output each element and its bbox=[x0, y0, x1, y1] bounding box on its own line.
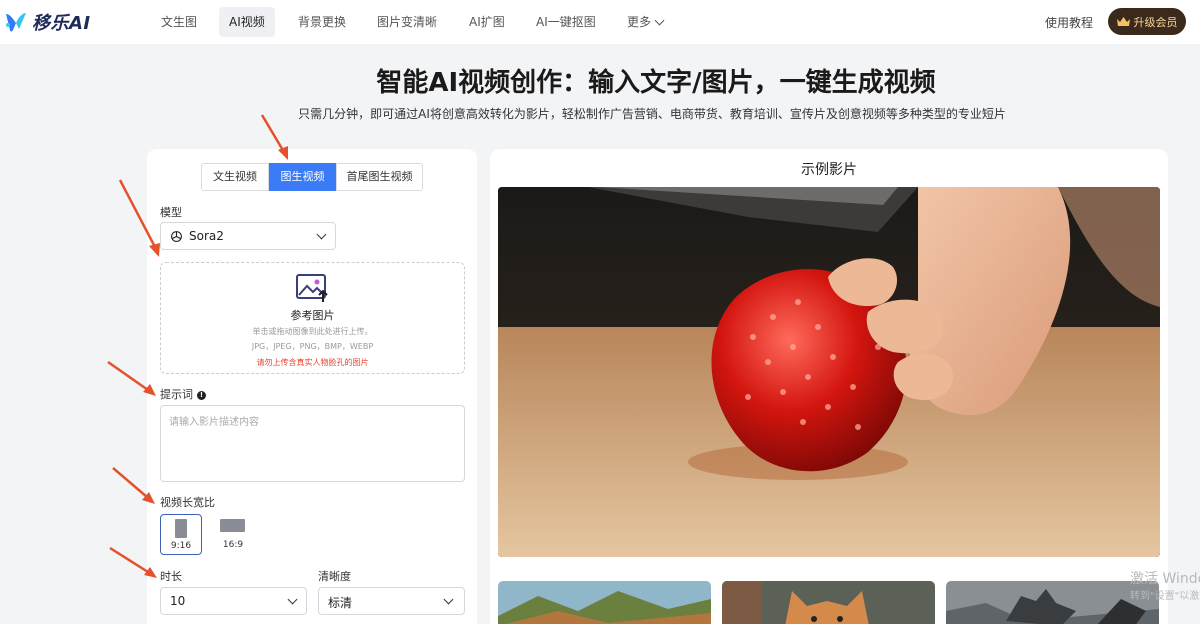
tab-first-last-frame[interactable]: 首尾图生视频 bbox=[336, 163, 423, 191]
model-value: Sora2 bbox=[189, 229, 224, 243]
examples-title: 示例影片 bbox=[801, 162, 857, 178]
upload-formats: JPG，JPEG，PNG，BMP，WEBP bbox=[251, 342, 374, 351]
generation-form: 文生视频 图生视频 首尾图生视频 模型 Sora2 参考图片 单击或拖动图像到此… bbox=[147, 149, 477, 624]
nav-item-background[interactable]: 背景更换 bbox=[288, 7, 356, 37]
chevron-down-icon bbox=[654, 15, 665, 26]
portrait-ratio-icon bbox=[175, 519, 187, 538]
image-upload-icon bbox=[296, 274, 328, 302]
nav-item-more[interactable]: 更多 bbox=[617, 7, 673, 37]
quality-label: 清晰度 bbox=[318, 570, 351, 583]
prompt-placeholder: 请输入影片描述内容 bbox=[169, 417, 259, 428]
nav-item-cutout[interactable]: AI一键抠图 bbox=[526, 7, 606, 37]
ratio-label-16-9: 16:9 bbox=[222, 540, 244, 550]
example-thumbnail-dragon[interactable] bbox=[946, 581, 1159, 624]
brand-logo[interactable]: 移乐AI bbox=[4, 9, 91, 35]
quality-value: 标清 bbox=[328, 596, 353, 610]
duration-label: 时长 bbox=[160, 570, 182, 583]
ratio-option-16-9[interactable]: 16:9 bbox=[212, 514, 254, 555]
nav-item-text-to-image[interactable]: 文生图 bbox=[151, 7, 207, 37]
nav-item-ai-video[interactable]: AI视频 bbox=[219, 7, 275, 37]
aspect-ratio-label: 视频长宽比 bbox=[160, 496, 215, 509]
prompt-label-text: 提示词 bbox=[160, 388, 193, 401]
landscape-thumbnail-image bbox=[498, 581, 711, 624]
tab-image-to-video[interactable]: 图生视频 bbox=[269, 163, 336, 191]
nav-item-expand[interactable]: AI扩图 bbox=[459, 7, 515, 37]
model-select[interactable]: Sora2 bbox=[160, 222, 336, 250]
nav-item-enhance[interactable]: 图片变清晰 bbox=[367, 7, 447, 37]
upload-title: 参考图片 bbox=[290, 309, 335, 322]
crown-icon bbox=[1116, 17, 1130, 26]
logo-icon bbox=[6, 13, 26, 32]
example-thumbnail-cat[interactable] bbox=[722, 581, 935, 624]
upload-warning: 请勿上传含真实人物脸孔的图片 bbox=[256, 358, 369, 367]
upgrade-label: 升级会员 bbox=[1133, 15, 1178, 29]
example-video-player[interactable] bbox=[498, 187, 1160, 557]
reference-image-upload[interactable]: 参考图片 单击或拖动图像到此处进行上传。 JPG，JPEG，PNG，BMP，WE… bbox=[160, 262, 465, 374]
prompt-label: 提示词! bbox=[160, 386, 206, 402]
example-thumbnail-landscape[interactable] bbox=[498, 581, 711, 624]
strawberry-video-frame bbox=[498, 187, 1160, 557]
page-subtitle: 只需几分钟，即可通过AI将创意高效转化为影片，轻松制作广告营销、电商带货、教育培… bbox=[298, 107, 1006, 121]
duration-select[interactable]: 10 bbox=[160, 587, 307, 615]
os-activation-hint: 转到"设置"以激 bbox=[1130, 591, 1200, 602]
quality-select[interactable]: 标清 bbox=[318, 587, 465, 615]
ratio-label-9-16: 9:16 bbox=[170, 541, 192, 551]
landscape-ratio-icon bbox=[220, 519, 245, 532]
brand-name: 移乐AI bbox=[32, 13, 91, 34]
page-title: 智能AI视频创作：输入文字/图片，一键生成视频 bbox=[376, 68, 936, 98]
os-activation-watermark: 激活 Windo bbox=[1130, 571, 1200, 587]
upload-hint: 单击或拖动图像到此处进行上传。 bbox=[252, 327, 373, 336]
chevron-down-icon bbox=[443, 594, 454, 605]
upgrade-button[interactable]: 升级会员 bbox=[1108, 8, 1186, 35]
top-nav: 移乐AI 文生图 AI视频 背景更换 图片变清晰 AI扩图 AI一键抠图 更多 … bbox=[0, 0, 1200, 44]
ratio-option-9-16[interactable]: 9:16 bbox=[160, 514, 202, 555]
info-icon[interactable]: ! bbox=[197, 391, 206, 400]
nav-more-label: 更多 bbox=[627, 15, 652, 29]
example-videos: 示例影片 bbox=[490, 149, 1168, 624]
duration-value: 10 bbox=[170, 594, 186, 608]
model-label: 模型 bbox=[160, 206, 182, 219]
dragon-thumbnail-image bbox=[946, 581, 1159, 624]
chevron-down-icon bbox=[287, 594, 298, 605]
openai-icon bbox=[171, 231, 182, 242]
chevron-down-icon bbox=[316, 229, 327, 240]
prompt-input[interactable]: 请输入影片描述内容 bbox=[160, 405, 465, 482]
cat-thumbnail-image bbox=[722, 581, 935, 624]
tab-text-to-video[interactable]: 文生视频 bbox=[201, 163, 269, 191]
help-link[interactable]: 使用教程 bbox=[1045, 14, 1093, 31]
